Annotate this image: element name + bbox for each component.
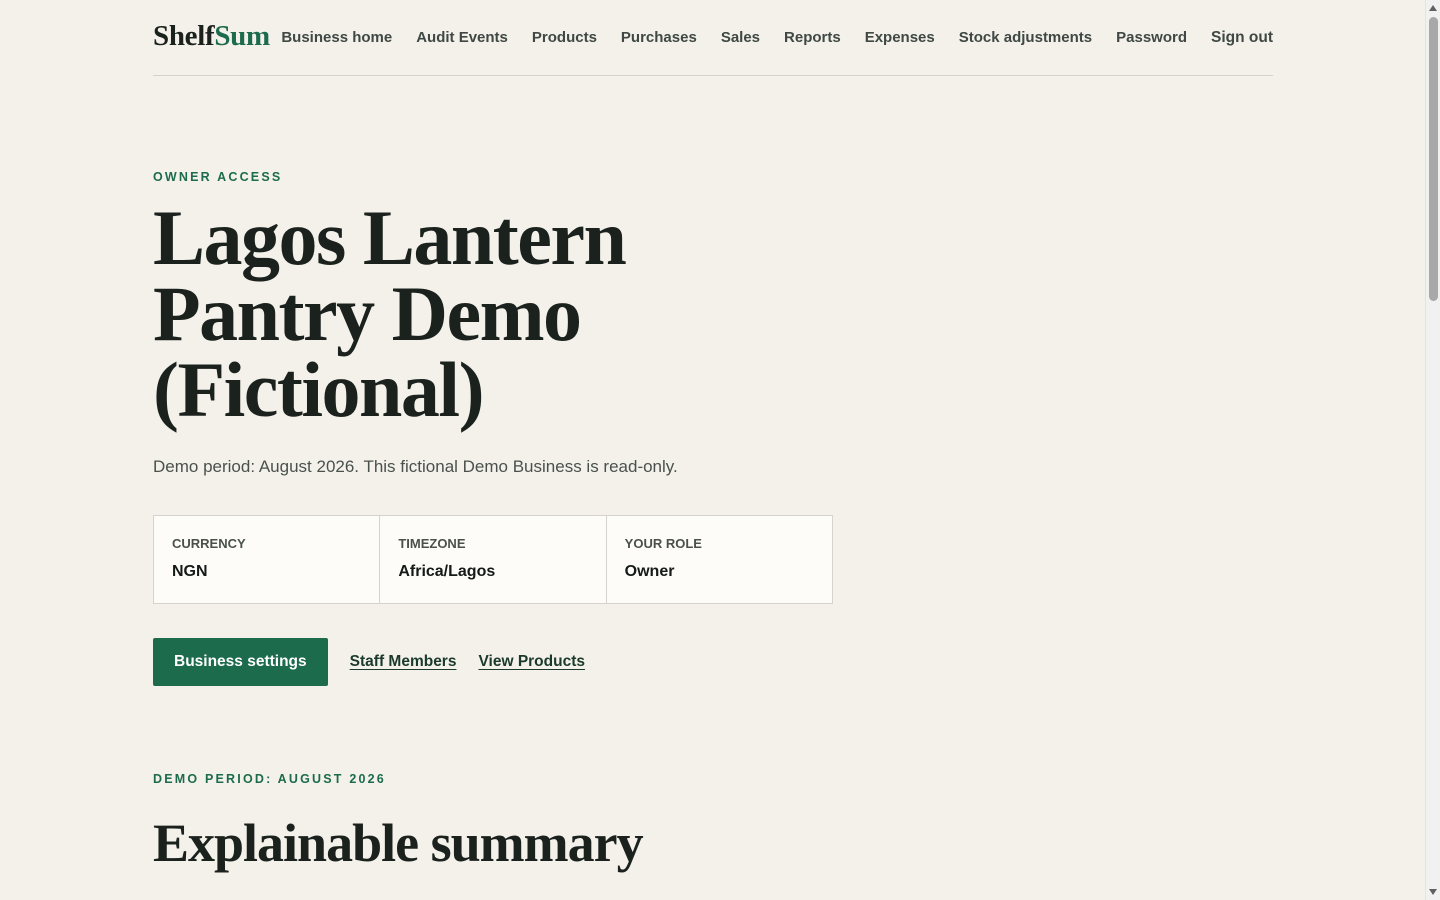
brand-logo[interactable]: ShelfSum — [153, 20, 270, 53]
business-settings-button[interactable]: Business settings — [153, 638, 328, 686]
role-card: YOUR ROLE Owner — [607, 516, 832, 603]
nav-stock-adjustments[interactable]: Stock adjustments — [959, 29, 1092, 46]
timezone-label: TIMEZONE — [398, 536, 466, 551]
sign-out-button[interactable]: Sign out — [1211, 29, 1273, 47]
summary-title: Explainable summary — [153, 813, 644, 873]
currency-label: CURRENCY — [172, 536, 246, 551]
summary-period-eyebrow: DEMO PERIOD: AUGUST 2026 — [153, 772, 386, 786]
nav-products[interactable]: Products — [532, 29, 597, 46]
owner-access-eyebrow: OWNER ACCESS — [153, 170, 283, 184]
nav-sales[interactable]: Sales — [721, 29, 760, 46]
timezone-value: Africa/Lagos — [398, 563, 496, 580]
top-header: ShelfSum Business home Audit Events Prod… — [153, 0, 1273, 76]
scroll-down-arrow-icon[interactable] — [1429, 889, 1437, 895]
demo-period-note: Demo period: August 2026. This fictional… — [153, 457, 678, 476]
nav-expenses[interactable]: Expenses — [865, 29, 935, 46]
brand-name-prefix: Shelf — [153, 20, 215, 52]
currency-card: CURRENCY NGN — [154, 516, 381, 603]
timezone-card: TIMEZONE Africa/Lagos — [380, 516, 607, 603]
page: ShelfSum Business home Audit Events Prod… — [153, 0, 1273, 873]
business-actions: Business settings Staff Members View Pro… — [153, 638, 585, 686]
nav-password[interactable]: Password — [1116, 29, 1187, 46]
nav-reports[interactable]: Reports — [784, 29, 841, 46]
nav-audit-events[interactable]: Audit Events — [416, 29, 508, 46]
nav-purchases[interactable]: Purchases — [621, 29, 697, 46]
role-label: YOUR ROLE — [624, 536, 702, 551]
page-title: Lagos Lantern Pantry Demo (Fictional) — [153, 194, 627, 433]
brand-name-accent: Sum — [214, 20, 270, 52]
view-products-link[interactable]: View Products — [478, 653, 585, 671]
business-info-cards: CURRENCY NGN TIMEZONE Africa/Lagos YOUR … — [153, 515, 833, 604]
page-scrollbar[interactable] — [1425, 0, 1440, 900]
currency-value: NGN — [172, 563, 208, 580]
staff-members-link[interactable]: Staff Members — [350, 653, 457, 671]
scroll-thumb[interactable] — [1429, 17, 1438, 301]
main-nav: Business home Audit Events Products Purc… — [281, 29, 1273, 47]
nav-business-home[interactable]: Business home — [281, 29, 392, 46]
role-value: Owner — [624, 563, 675, 580]
scroll-up-arrow-icon[interactable] — [1429, 5, 1437, 11]
